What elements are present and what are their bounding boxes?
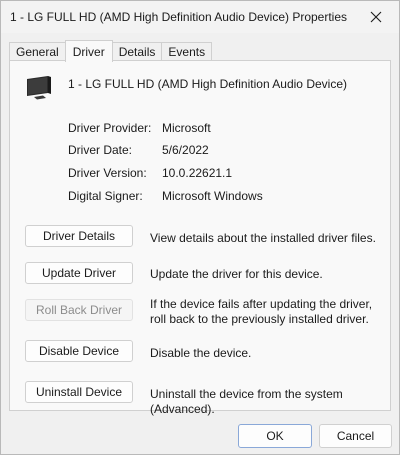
ok-button[interactable]: OK bbox=[238, 424, 312, 448]
roll-back-driver-button: Roll Back Driver bbox=[25, 299, 133, 321]
roll-back-driver-description: If the device fails after updating the d… bbox=[150, 297, 373, 326]
tab-events[interactable]: Events bbox=[161, 42, 213, 61]
tab-details[interactable]: Details bbox=[111, 42, 163, 61]
roll-back-driver-button-label: Roll Back Driver bbox=[35, 303, 122, 317]
update-driver-button-label: Update Driver bbox=[41, 266, 117, 280]
window-title: 1 - LG FULL HD (AMD High Definition Audi… bbox=[10, 10, 348, 24]
digital-signer-label: Digital Signer: bbox=[68, 189, 143, 203]
device-name: 1 - LG FULL HD (AMD High Definition Audi… bbox=[68, 77, 347, 91]
disable-device-button-label: Disable Device bbox=[38, 344, 120, 358]
update-driver-button[interactable]: Update Driver bbox=[25, 262, 133, 284]
driver-date-value: 5/6/2022 bbox=[162, 143, 209, 157]
tab-events-label: Events bbox=[168, 45, 206, 59]
close-button[interactable] bbox=[353, 1, 399, 33]
ok-button-label: OK bbox=[266, 429, 284, 443]
driver-date-label: Driver Date: bbox=[68, 143, 133, 157]
driver-version-label: Driver Version: bbox=[68, 166, 147, 180]
driver-tab-panel: 1 - LG FULL HD (AMD High Definition Audi… bbox=[9, 60, 391, 416]
driver-provider-label: Driver Provider: bbox=[68, 121, 152, 135]
driver-version-value: 10.0.22621.1 bbox=[162, 166, 233, 180]
uninstall-device-description: Uninstall the device from the system (Ad… bbox=[150, 387, 343, 416]
tab-driver-label: Driver bbox=[72, 44, 105, 59]
tab-general-label: General bbox=[16, 45, 59, 59]
tab-details-label: Details bbox=[118, 45, 156, 59]
uninstall-device-button-label: Uninstall Device bbox=[35, 385, 123, 399]
tab-driver[interactable]: Driver bbox=[64, 40, 113, 62]
driver-provider-value: Microsoft bbox=[162, 121, 211, 135]
disable-device-description: Disable the device. bbox=[150, 346, 252, 360]
update-driver-description: Update the driver for this device. bbox=[150, 267, 323, 281]
cancel-button-label: Cancel bbox=[336, 429, 375, 443]
disable-device-button[interactable]: Disable Device bbox=[25, 340, 133, 362]
digital-signer-value: Microsoft Windows bbox=[162, 189, 263, 203]
uninstall-device-button[interactable]: Uninstall Device bbox=[25, 381, 133, 403]
properties-dialog: 1 - LG FULL HD (AMD High Definition Audi… bbox=[0, 0, 400, 455]
driver-details-button[interactable]: Driver Details bbox=[25, 225, 133, 247]
monitor-icon bbox=[27, 76, 51, 100]
close-icon bbox=[370, 11, 382, 23]
tab-general[interactable]: General bbox=[9, 42, 66, 61]
driver-details-button-label: Driver Details bbox=[42, 229, 115, 243]
tab-strip: General Driver Details Events bbox=[9, 40, 213, 62]
driver-details-description: View details about the installed driver … bbox=[150, 231, 376, 245]
title-bar[interactable]: 1 - LG FULL HD (AMD High Definition Audi… bbox=[1, 1, 399, 33]
cancel-button[interactable]: Cancel bbox=[319, 424, 392, 448]
